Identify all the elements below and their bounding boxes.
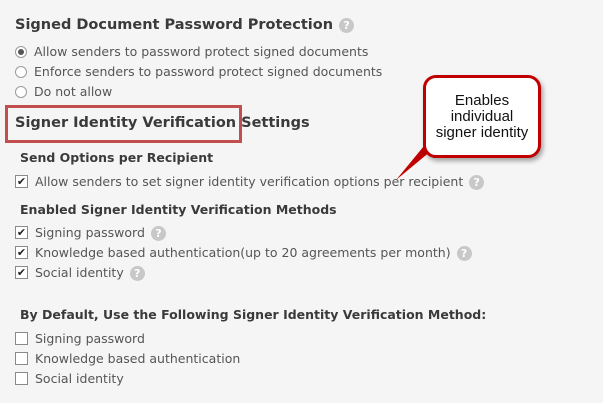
callout-text: Enables individual signer identity <box>435 91 529 141</box>
callout-pointer <box>396 135 443 180</box>
callout-bubble: Enables individual signer identity <box>423 75 541 158</box>
